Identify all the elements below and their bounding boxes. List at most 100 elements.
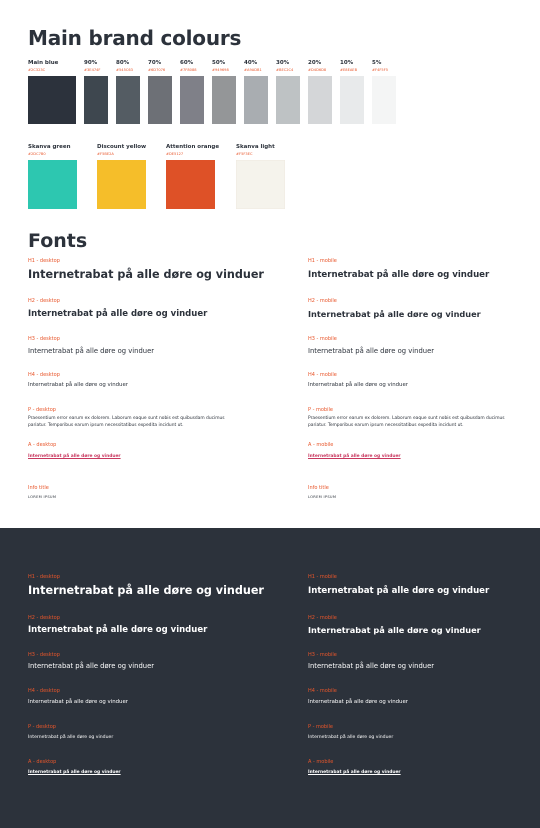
swatch-label: 90% (84, 60, 98, 66)
swatch-skanva-green: Skanva green #2DC7B0 (28, 144, 77, 209)
swatch-hex: #3E474F (84, 68, 101, 72)
swatch-5: 5% #F4F5F5 (372, 60, 396, 124)
swatch-90: 90% #3E474F (84, 60, 108, 124)
sample-h2-desktop: Internetrabat på alle døre og vinduer (28, 309, 208, 319)
sample-h3-mobile-dark: Internetrabat på alle døre og vinduer (308, 662, 435, 670)
swatch-hex: #E8EAEB (340, 68, 358, 72)
swatch-hex: #7F8088 (180, 68, 197, 72)
swatch-color-box (308, 76, 332, 124)
sample-info-desktop: LOREM IPSUM (28, 495, 57, 499)
sample-p-mobile: Praesentium error earum ex dolorem. Labo… (308, 416, 505, 428)
label-h3-desktop: H3 - desktop (28, 336, 60, 342)
swatch-color-box (97, 160, 146, 209)
swatch-label: 5% (372, 60, 382, 66)
label-info-title-mobile: Info title (308, 485, 329, 491)
swatch-label: Skanva green (28, 144, 71, 150)
sample-h1-desktop-dark: Internetrabat på alle døre og vinduer (28, 584, 264, 597)
sample-link-mobile[interactable]: Internetrabat på alle døre og vinduer (308, 454, 401, 459)
label-h1-desktop: H1 - desktop (28, 258, 60, 264)
swatch-color-box (276, 76, 300, 124)
swatch-70: 70% #6D7076 (148, 60, 172, 124)
label-a-mobile-dark: A - mobile (308, 759, 334, 765)
swatch-label: 60% (180, 60, 194, 66)
swatch-color-box (148, 76, 172, 124)
swatch-main-blue: Main blue #2C323C (28, 60, 76, 124)
swatch-color-box (372, 76, 396, 124)
label-h2-desktop: H2 - desktop (28, 298, 60, 304)
label-h4-mobile: H4 - mobile (308, 372, 337, 378)
sample-h3-desktop: Internetrabat på alle døre og vinduer (28, 347, 155, 355)
swatch-color-box (116, 76, 140, 124)
sample-h2-mobile-dark: Internetrabat på alle døre og vinduer (308, 625, 481, 635)
swatch-attention-orange: Attention orange #DE5127 (166, 144, 219, 209)
swatch-label: 70% (148, 60, 162, 66)
swatch-label: Main blue (28, 60, 59, 66)
sample-info-mobile: LOREM IPSUM (308, 495, 337, 499)
swatch-10: 10% #E8EAEB (340, 60, 364, 124)
swatch-label: Discount yellow (97, 144, 147, 150)
sample-link-desktop-dark[interactable]: Internetrabat på alle døre og vinduer (28, 770, 121, 775)
swatch-color-box (340, 76, 364, 124)
swatch-color-box (212, 76, 236, 124)
sample-h1-mobile: Internetrabat på alle døre og vinduer (308, 270, 490, 280)
label-h3-mobile: H3 - mobile (308, 336, 337, 342)
swatch-hex: #545C63 (116, 68, 133, 72)
swatch-60: 60% #7F8088 (180, 60, 204, 124)
swatch-hex: #D4D6D8 (308, 68, 327, 72)
sample-h3-mobile: Internetrabat på alle døre og vinduer (308, 347, 435, 355)
swatch-label: Attention orange (166, 144, 220, 150)
sample-link-mobile-dark[interactable]: Internetrabat på alle døre og vinduer (308, 770, 401, 775)
swatch-label: 40% (244, 60, 258, 66)
swatch-color-box (84, 76, 108, 124)
swatch-color-box (236, 160, 285, 209)
label-info-title-desktop: Info title (28, 485, 49, 491)
sample-h2-mobile: Internetrabat på alle døre og vinduer (308, 309, 481, 319)
light-typography-section: Main brand colours Main blue #2C323C 90%… (0, 0, 540, 528)
label-a-desktop-dark: A - desktop (28, 759, 57, 765)
label-h4-desktop-dark: H4 - desktop (28, 688, 60, 694)
swatch-skanva-light: Skanva light #F5F3EC (236, 144, 285, 209)
sample-h3-desktop-dark: Internetrabat på alle døre og vinduer (28, 662, 155, 670)
brand-colours-heading: Main brand colours (28, 26, 242, 50)
sample-link-desktop[interactable]: Internetrabat på alle døre og vinduer (28, 454, 121, 459)
sample-p-mobile-dark: Internetrabat på alle døre og vinduer (308, 735, 394, 740)
label-h1-desktop-dark: H1 - desktop (28, 574, 60, 580)
label-a-desktop: A - desktop (28, 442, 57, 448)
label-p-mobile-dark: P - mobile (308, 724, 333, 730)
swatch-20: 20% #D4D6D8 (308, 60, 332, 124)
swatch-label: 80% (116, 60, 130, 66)
swatch-label: 10% (340, 60, 354, 66)
swatch-hex: #DE5127 (166, 152, 184, 156)
swatch-hex: #F5BE2A (97, 152, 114, 156)
swatch-color-box (28, 160, 77, 209)
swatch-hex: #F4F5F5 (372, 68, 389, 72)
swatch-hex: #2C323C (28, 68, 46, 72)
swatch-hex: #6D7076 (148, 68, 166, 72)
label-h2-desktop-dark: H2 - desktop (28, 615, 60, 621)
sample-h1-desktop: Internetrabat på alle døre og vinduer (28, 268, 264, 281)
sample-h4-mobile: Internetrabat på alle døre og vinduer (308, 382, 409, 388)
label-h1-mobile: H1 - mobile (308, 258, 337, 264)
label-h4-desktop: H4 - desktop (28, 372, 60, 378)
swatch-label: 30% (276, 60, 290, 66)
label-h4-mobile-dark: H4 - mobile (308, 688, 337, 694)
sample-h4-desktop: Internetrabat på alle døre og vinduer (28, 382, 129, 388)
swatch-30: 30% #BEC2C4 (276, 60, 300, 124)
swatch-hex: #949698 (212, 68, 229, 72)
swatch-40: 40% #A9ADB1 (244, 60, 268, 124)
sample-p-desktop-dark: Internetrabat på alle døre og vinduer (28, 735, 114, 740)
swatch-color-box (166, 160, 215, 209)
label-h2-mobile-dark: H2 - mobile (308, 615, 337, 621)
label-h3-desktop-dark: H3 - desktop (28, 652, 60, 658)
dark-typography-section: H1 - desktop Internetrabat på alle døre … (0, 528, 540, 828)
swatch-color-box (244, 76, 268, 124)
fonts-heading: Fonts (28, 230, 88, 252)
sample-h2-desktop-dark: Internetrabat på alle døre og vinduer (28, 625, 208, 635)
label-p-desktop-dark: P - desktop (28, 724, 56, 730)
swatch-discount-yellow: Discount yellow #F5BE2A (97, 144, 146, 209)
swatch-label: 20% (308, 60, 322, 66)
sample-h1-mobile-dark: Internetrabat på alle døre og vinduer (308, 586, 490, 596)
label-h1-mobile-dark: H1 - mobile (308, 574, 337, 580)
label-a-mobile: A - mobile (308, 442, 334, 448)
sample-p-desktop: Praesentium error earum ex dolorem. Labo… (28, 416, 225, 428)
